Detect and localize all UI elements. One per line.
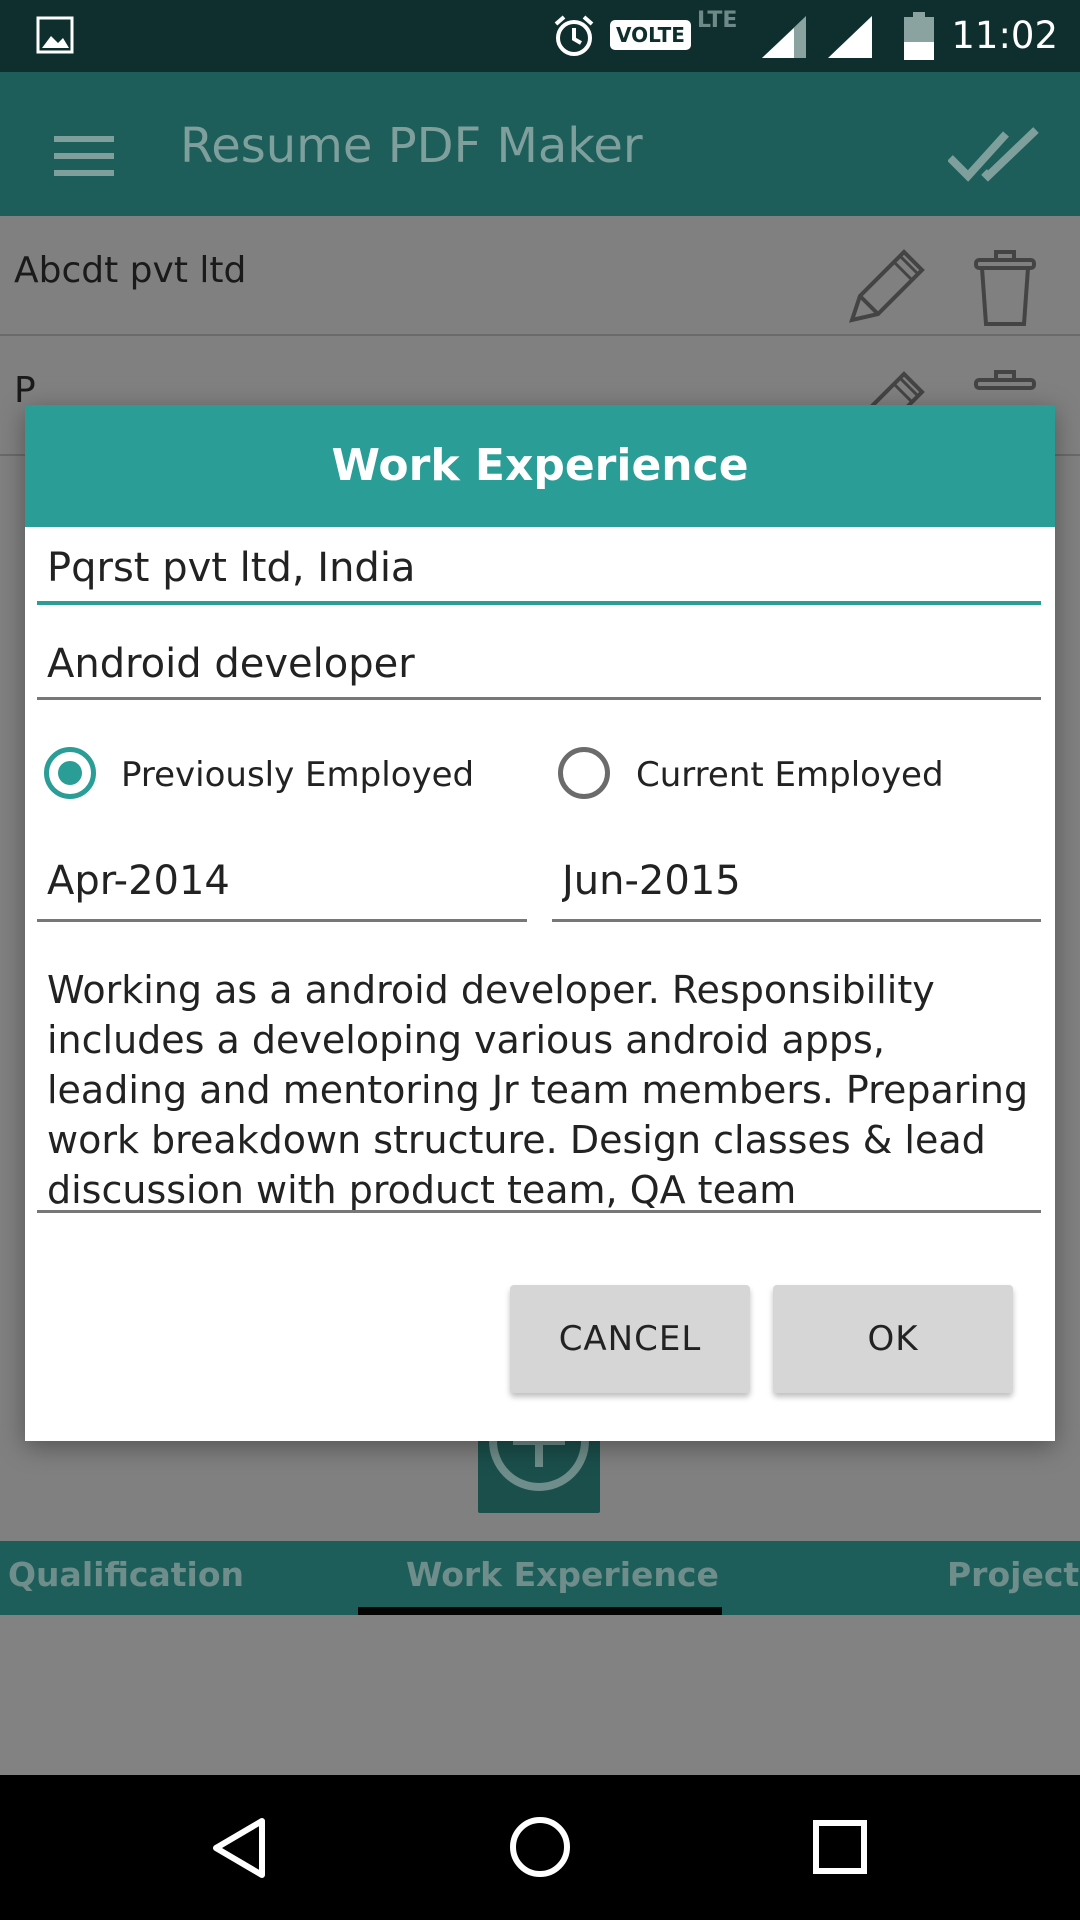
signal-icon <box>828 16 872 58</box>
back-icon[interactable] <box>212 1817 268 1879</box>
from-date-field[interactable] <box>37 842 527 922</box>
image-icon <box>36 16 74 54</box>
current-employed-label: Current Employed <box>636 755 944 795</box>
to-date-field[interactable] <box>552 842 1041 922</box>
status-bar: VOLTE LTE 11:02 <box>0 0 1080 72</box>
list-item[interactable]: Abcdt pvt ltd <box>0 216 1080 336</box>
company-field[interactable] <box>37 535 1041 605</box>
navigation-bar <box>0 1775 1080 1920</box>
signal-icon <box>762 16 806 58</box>
description-underline <box>37 1210 1041 1213</box>
tab-bar: Qualification Work Experience Projects <box>0 1541 1080 1615</box>
tab-indicator <box>358 1607 722 1615</box>
work-experience-dialog: Work Experience Previously Employed Curr… <box>25 405 1055 1441</box>
app-bar: Resume PDF Maker <box>0 72 1080 216</box>
battery-icon <box>904 12 934 60</box>
dialog-header: Work Experience <box>25 405 1055 527</box>
dialog-title: Work Experience <box>331 440 749 491</box>
previously-employed-radio[interactable] <box>44 747 96 799</box>
current-employed-radio[interactable] <box>558 747 610 799</box>
pencil-icon[interactable] <box>842 246 926 330</box>
double-check-icon[interactable] <box>948 126 1044 186</box>
trash-icon[interactable] <box>974 250 1036 328</box>
description-field[interactable]: Working as a android developer. Responsi… <box>47 965 1037 1215</box>
previously-employed-label: Previously Employed <box>121 755 475 795</box>
tab-work-experience[interactable]: Work Experience <box>406 1555 719 1594</box>
lte-label: LTE <box>697 8 738 33</box>
recents-icon[interactable] <box>812 1819 868 1875</box>
alarm-icon <box>554 15 594 56</box>
list-item-label: Abcdt pvt ltd <box>14 250 247 291</box>
tab-projects[interactable]: Projects <box>947 1555 1080 1594</box>
role-field[interactable] <box>37 630 1041 700</box>
menu-icon[interactable] <box>54 134 114 178</box>
volte-badge: VOLTE <box>610 20 691 50</box>
tab-qualification[interactable]: Qualification <box>8 1555 244 1594</box>
cancel-button[interactable]: CANCEL <box>510 1285 750 1393</box>
app-title: Resume PDF Maker <box>180 118 643 174</box>
clock: 11:02 <box>951 14 1058 57</box>
home-icon[interactable] <box>508 1815 572 1879</box>
content-area <box>0 1615 1080 1775</box>
ok-button[interactable]: OK <box>773 1285 1013 1393</box>
